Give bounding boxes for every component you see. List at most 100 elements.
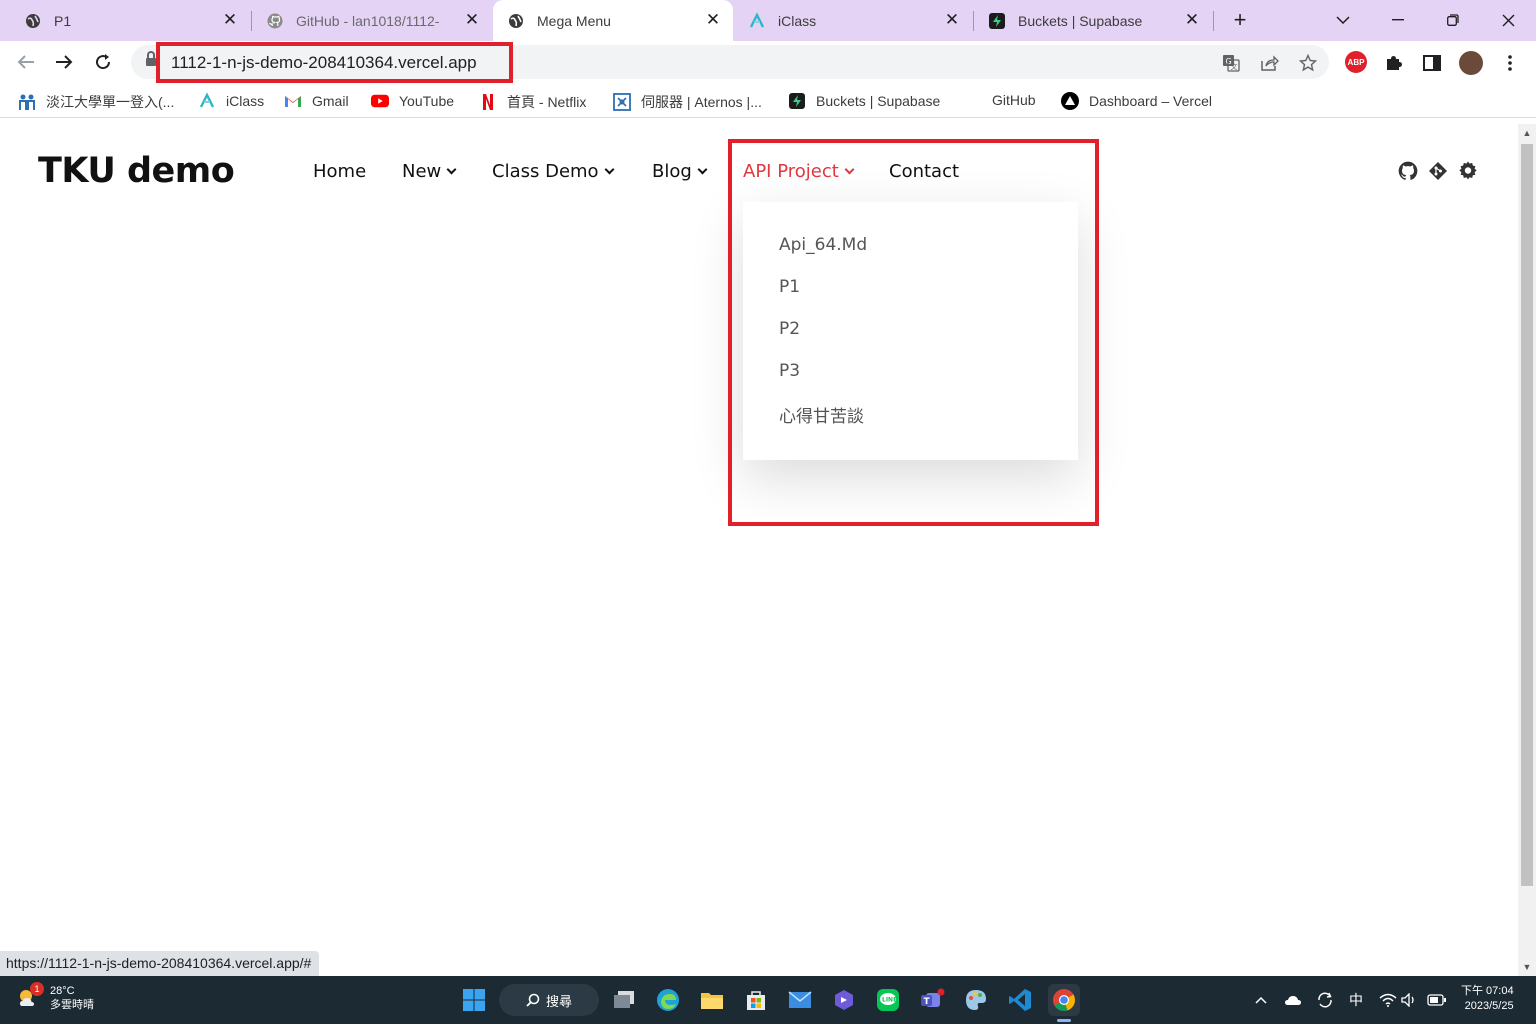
share-icon[interactable] [1259, 52, 1281, 74]
teams-icon[interactable]: T [916, 984, 948, 1016]
svg-text:T: T [924, 997, 931, 1007]
dropdown-item-api-64[interactable]: Api_64.Md [779, 235, 867, 255]
bookmark-vercel[interactable]: Dashboard – Vercel [1061, 92, 1212, 110]
forward-button[interactable] [51, 49, 77, 75]
copilot-icon[interactable] [828, 984, 860, 1016]
dropdown-item-p1[interactable]: P1 [779, 277, 800, 297]
netflix-icon [479, 93, 497, 111]
paint-icon[interactable] [960, 984, 992, 1016]
scroll-up-arrow-icon[interactable]: ▲ [1518, 124, 1536, 142]
supabase-icon [788, 92, 806, 110]
onedrive-icon[interactable] [1283, 990, 1303, 1010]
vscode-icon[interactable] [1004, 984, 1036, 1016]
nav-api-project[interactable]: API Project [743, 161, 855, 182]
volume-icon[interactable] [1400, 990, 1420, 1010]
bookmark-youtube[interactable]: YouTube [371, 92, 454, 110]
back-button[interactable] [13, 49, 39, 75]
weather-icon: 1 [14, 982, 44, 1012]
close-icon[interactable]: ✕ [462, 10, 482, 30]
close-icon[interactable]: ✕ [703, 10, 723, 30]
chrome-icon[interactable] [1048, 984, 1080, 1022]
more-menu-icon[interactable] [1498, 51, 1522, 75]
bookmark-gmail[interactable]: Gmail [284, 92, 349, 110]
extensions-puzzle-icon[interactable] [1382, 51, 1406, 75]
dropdown-item-p3[interactable]: P3 [779, 361, 800, 381]
api-project-dropdown: Api_64.Md P1 P2 P3 心得甘苦談 [743, 202, 1078, 460]
start-icon[interactable] [458, 984, 490, 1016]
tab-supabase[interactable]: Buckets | Supabase ✕ [974, 0, 1212, 41]
page-content: TKU demo Home New Class Demo Blog API Pr… [0, 124, 1518, 976]
tab-p1[interactable]: P1 ✕ [0, 0, 250, 41]
bookmark-iclass[interactable]: iClass [198, 92, 264, 110]
bookmark-label: Buckets | Supabase [816, 93, 941, 109]
new-tab-button[interactable]: + [1228, 7, 1252, 32]
github-icon[interactable] [1397, 160, 1419, 182]
tab-iclass[interactable]: iClass ✕ [734, 0, 972, 41]
bookmark-aternos[interactable]: 伺服器 | Aternos |... [613, 92, 762, 112]
nav-label: API Project [743, 161, 839, 182]
bookmark-netflix[interactable]: 首頁 - Netflix [479, 92, 586, 112]
nav-home[interactable]: Home [313, 161, 366, 182]
nav-label: Home [313, 161, 367, 182]
close-icon[interactable]: ✕ [942, 10, 962, 30]
close-icon[interactable]: ✕ [220, 10, 240, 30]
file-explorer-icon[interactable] [696, 984, 728, 1016]
bookmark-supabase[interactable]: Buckets | Supabase [788, 92, 940, 110]
dropdown-item-reflection[interactable]: 心得甘苦談 [779, 402, 864, 427]
scroll-down-arrow-icon[interactable]: ▼ [1518, 958, 1536, 976]
wifi-icon[interactable] [1378, 990, 1398, 1010]
weather-badge: 1 [30, 982, 44, 996]
nav-class-demo[interactable]: Class Demo [492, 161, 615, 182]
system-clock[interactable]: 下午 07:04 2023/5/25 [1461, 984, 1514, 1014]
tray-overflow-chevron-icon[interactable] [1251, 990, 1271, 1010]
translate-icon[interactable]: G文 [1220, 52, 1242, 74]
site-logo[interactable]: TKU demo [38, 151, 235, 191]
weather-widget[interactable]: 1 28°C 多雲時晴 [14, 982, 94, 1012]
tab-mega-menu[interactable]: Mega Menu ✕ [493, 0, 733, 41]
git-icon[interactable] [1427, 160, 1449, 182]
input-language[interactable]: 中 [1346, 990, 1366, 1010]
nav-blog[interactable]: Blog [652, 161, 708, 182]
page-scrollbar[interactable]: ▲ ▼ [1518, 124, 1536, 976]
battery-icon[interactable] [1427, 990, 1447, 1010]
tab-github[interactable]: GitHub - lan1018/1112- ✕ [252, 0, 492, 41]
url-text[interactable]: 1112-1-n-js-demo-208410364.vercel.app [171, 53, 477, 73]
adblock-plus-icon[interactable]: ABP [1345, 51, 1367, 73]
address-bar[interactable]: 1112-1-n-js-demo-208410364.vercel.app G文 [131, 45, 1329, 79]
store-icon[interactable] [740, 984, 772, 1016]
profile-avatar[interactable] [1459, 51, 1483, 75]
reload-button[interactable] [90, 49, 116, 75]
close-icon[interactable]: ✕ [1182, 10, 1202, 30]
sync-icon[interactable] [1315, 990, 1335, 1010]
bookmark-label: Dashboard – Vercel [1089, 93, 1212, 109]
taskbar-search[interactable]: 搜尋 [499, 984, 599, 1016]
lock-icon[interactable] [146, 51, 156, 68]
edge-icon[interactable] [652, 984, 684, 1016]
minimize-icon[interactable] [1384, 6, 1412, 34]
search-label: 搜尋 [545, 993, 572, 1009]
close-window-icon[interactable] [1494, 6, 1522, 34]
tku-icon [18, 93, 36, 111]
nav-contact[interactable]: Contact [889, 161, 959, 182]
search-icon [526, 993, 540, 1007]
gear-icon[interactable] [1457, 160, 1479, 182]
scroll-thumb[interactable] [1521, 144, 1533, 886]
tab-strip: P1 ✕ GitHub - lan1018/1112- ✕ Mega Menu … [0, 0, 1536, 41]
nav-label: New [402, 161, 442, 182]
star-icon[interactable] [1297, 52, 1319, 74]
side-panel-icon[interactable] [1420, 51, 1444, 75]
nav-new[interactable]: New [402, 161, 457, 182]
mail-icon[interactable] [784, 984, 816, 1016]
tab-search-chevron-icon[interactable] [1329, 6, 1357, 34]
tab-title: Buckets | Supabase [1018, 12, 1143, 29]
bookmark-github[interactable]: GitHub [992, 92, 1036, 108]
task-view-icon[interactable] [608, 984, 640, 1016]
bookmark-tku-sso[interactable]: 淡江大學單一登入(... [18, 92, 174, 112]
line-icon[interactable]: LINE [872, 984, 904, 1016]
tab-title: iClass [778, 12, 817, 29]
restore-icon[interactable] [1439, 6, 1467, 34]
dropdown-item-p2[interactable]: P2 [779, 319, 800, 339]
nav-label: Contact [889, 161, 960, 182]
bookmark-label: 首頁 - Netflix [507, 94, 587, 110]
bookmark-label: Gmail [312, 93, 349, 109]
